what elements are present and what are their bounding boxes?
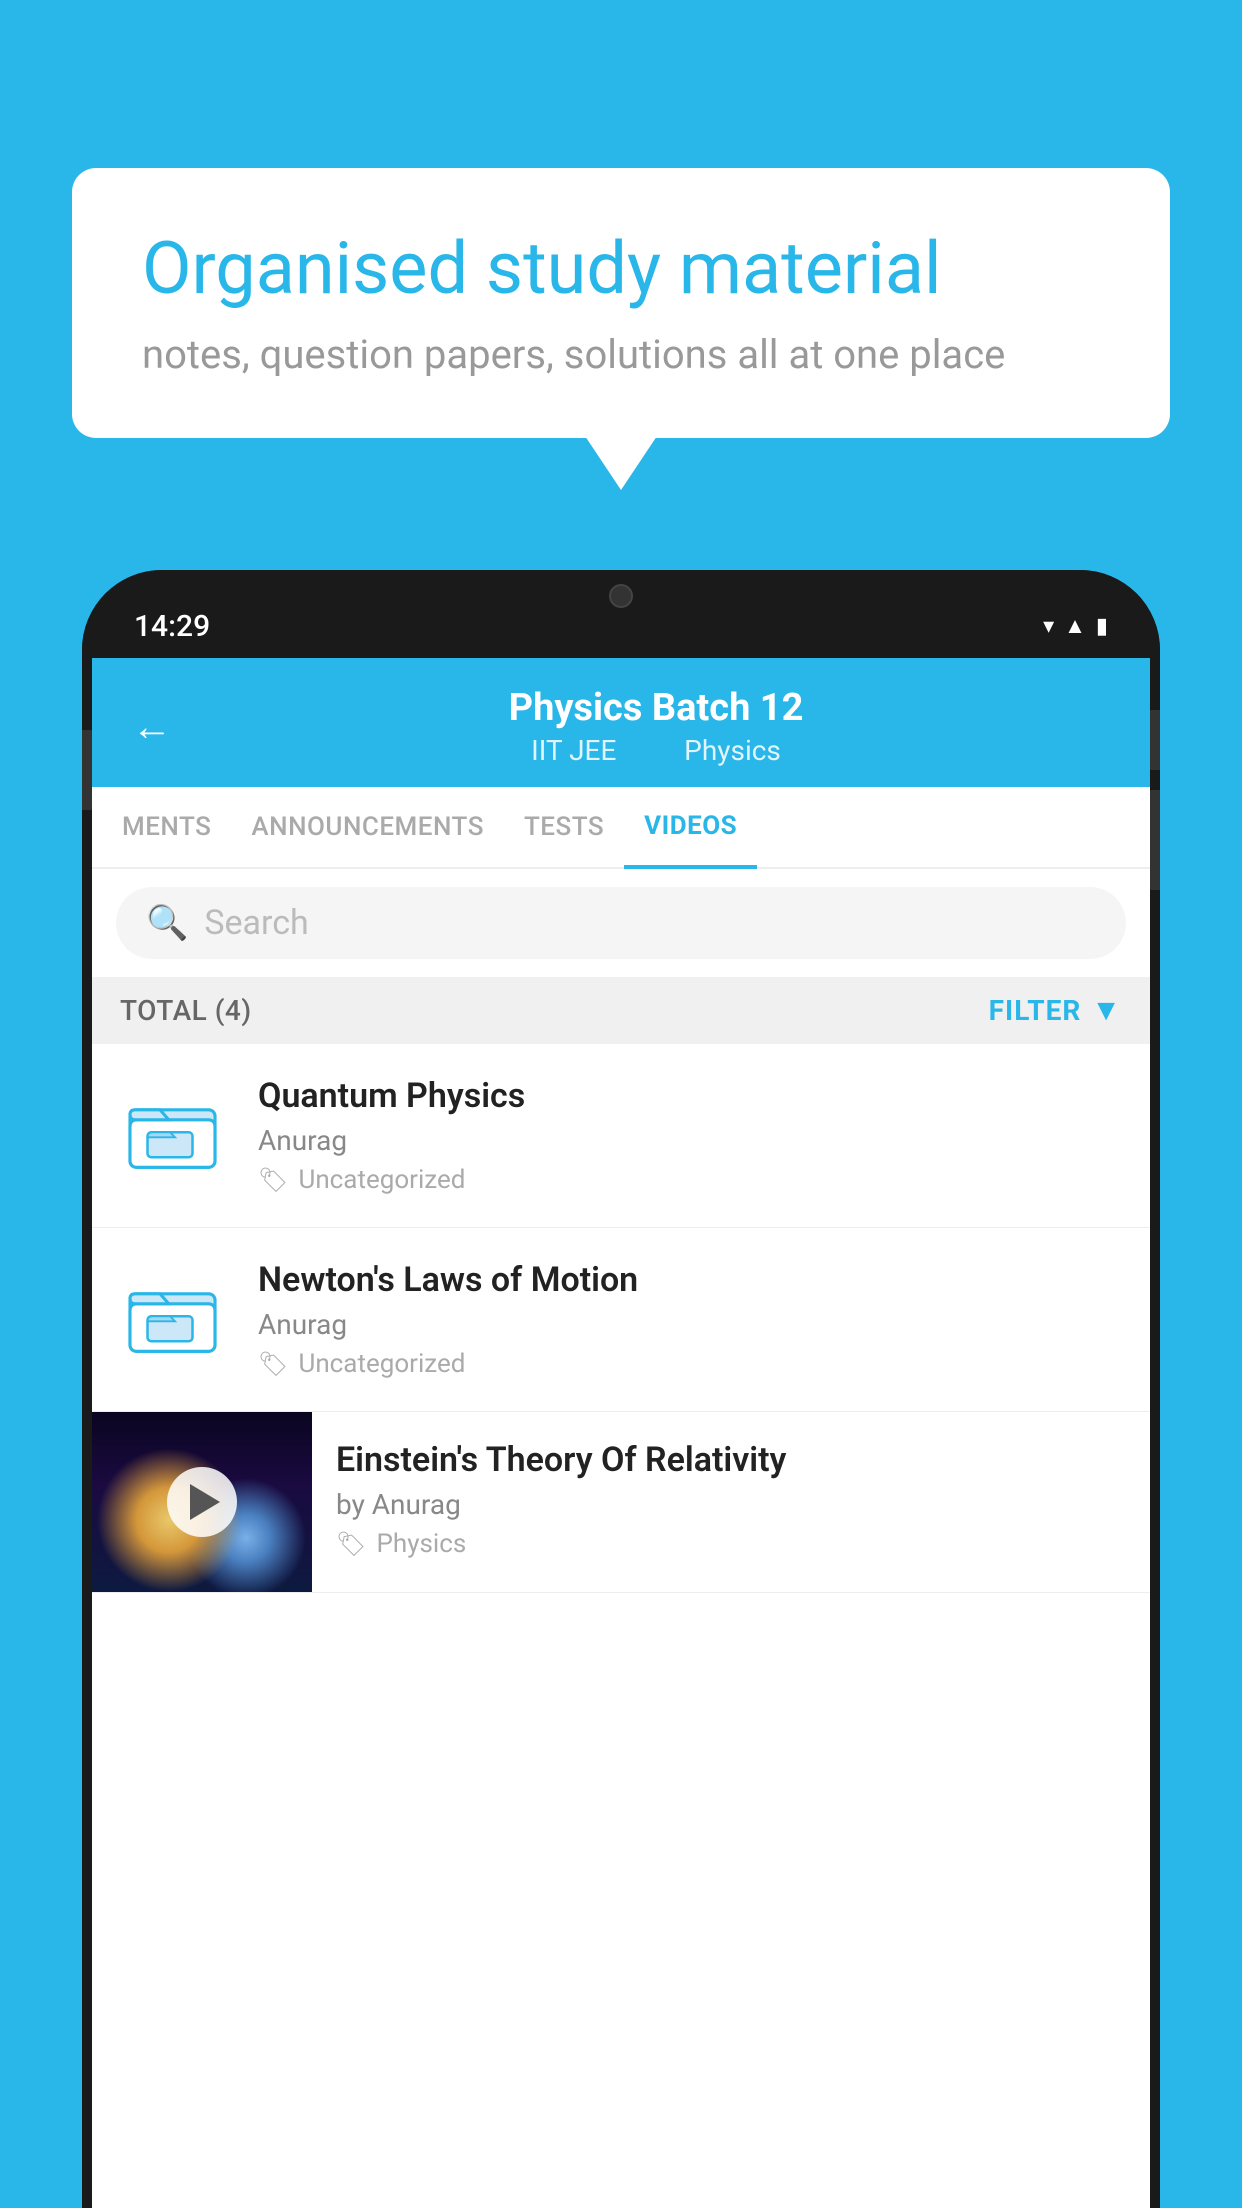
list-item[interactable]: Quantum Physics Anurag 🏷 Uncategorized [92,1044,1150,1228]
video-thumbnail [92,1412,312,1592]
video-author: Anurag [258,1308,1122,1341]
tag-icon: 🏷 [336,1530,366,1558]
filter-button[interactable]: FILTER ▼ [989,993,1122,1028]
filter-icon: ▼ [1091,993,1122,1028]
phone-notch [541,570,701,622]
folder-thumbnail [120,1076,230,1186]
batch-subtitle: IIT JEE Physics [202,734,1110,767]
video-tag: 🏷 Uncategorized [258,1349,1122,1379]
tab-videos[interactable]: VIDEOS [624,787,757,869]
tab-tests[interactable]: TESTS [504,788,624,866]
filter-row: TOTAL (4) FILTER ▼ [92,977,1150,1044]
video-author: by Anurag [336,1488,1126,1521]
video-title: Einstein's Theory Of Relativity [336,1440,1126,1480]
video-info: Newton's Laws of Motion Anurag 🏷 Uncateg… [258,1260,1122,1379]
play-icon [190,1484,220,1520]
header-separator [643,734,657,767]
tag-icon: 🏷 [258,1350,288,1378]
search-container: 🔍 Search [92,869,1150,977]
video-tag: 🏷 Physics [336,1529,1126,1559]
camera-icon [609,584,633,608]
batch-subject: Physics [684,734,781,767]
status-icons: ▾ ▲ ▮ [1043,613,1108,639]
phone-time: 14:29 [134,609,210,644]
phone-frame: 14:29 ▾ ▲ ▮ ← Physics Batch 12 IIT JEE P… [82,570,1160,2208]
speech-bubble-title: Organised study material [142,228,1100,311]
list-item[interactable]: Newton's Laws of Motion Anurag 🏷 Uncateg… [92,1228,1150,1412]
app-screen: ← Physics Batch 12 IIT JEE Physics MENTS… [92,658,1150,2208]
speech-bubble-subtitle: notes, question papers, solutions all at… [142,331,1100,378]
speech-bubble: Organised study material notes, question… [72,168,1170,438]
status-bar: 14:29 ▾ ▲ ▮ [82,570,1160,658]
play-button[interactable] [167,1467,237,1537]
video-info: Quantum Physics Anurag 🏷 Uncategorized [258,1076,1122,1195]
signal-icon: ▲ [1064,613,1086,639]
list-item[interactable]: Einstein's Theory Of Relativity by Anura… [92,1412,1150,1593]
back-button[interactable]: ← [132,707,172,747]
battery-icon: ▮ [1096,614,1108,639]
search-icon: 🔍 [146,906,188,940]
batch-category: IIT JEE [531,734,616,767]
video-title: Quantum Physics [258,1076,1122,1116]
video-info: Einstein's Theory Of Relativity by Anura… [312,1412,1150,1587]
tabs-row: MENTS ANNOUNCEMENTS TESTS VIDEOS [92,787,1150,869]
tag-label: Physics [376,1529,466,1559]
video-author: Anurag [258,1124,1122,1157]
search-bar[interactable]: 🔍 Search [116,887,1126,959]
tag-label: Uncategorized [298,1349,465,1379]
folder-icon [125,1081,225,1181]
header-title-area: Physics Batch 12 IIT JEE Physics [202,686,1110,767]
tag-label: Uncategorized [298,1165,465,1195]
app-header: ← Physics Batch 12 IIT JEE Physics [92,658,1150,787]
folder-icon [125,1265,225,1365]
video-title: Newton's Laws of Motion [258,1260,1122,1300]
tab-ments[interactable]: MENTS [102,788,231,866]
tab-announcements[interactable]: ANNOUNCEMENTS [231,788,504,866]
batch-title: Physics Batch 12 [202,686,1110,730]
tag-icon: 🏷 [258,1166,288,1194]
search-placeholder: Search [204,903,308,943]
video-tag: 🏷 Uncategorized [258,1165,1122,1195]
wifi-icon: ▾ [1043,614,1054,639]
filter-label: FILTER [989,994,1082,1027]
folder-thumbnail [120,1260,230,1370]
video-list: Quantum Physics Anurag 🏷 Uncategorized [92,1044,1150,1593]
total-count: TOTAL (4) [120,994,252,1027]
